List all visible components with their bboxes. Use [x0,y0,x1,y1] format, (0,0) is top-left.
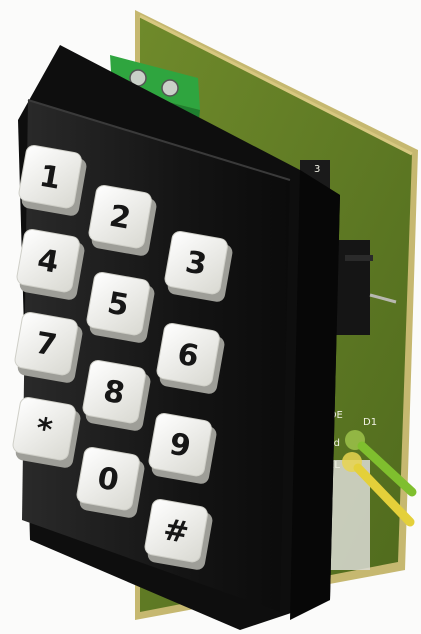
key-hash-button[interactable]: # [143,498,215,571]
key-3-button[interactable]: 3 [163,230,235,303]
key-5-button[interactable]: 5 [85,271,157,344]
key-6-button[interactable]: 6 [155,322,227,395]
key-1-button[interactable]: 1 [17,144,89,217]
key-star-button[interactable]: * [11,396,83,469]
silk-d1: D1 [363,417,377,428]
key-0-button[interactable]: 0 [75,446,147,519]
key-2-button[interactable]: 2 [87,184,159,257]
key-8-button[interactable]: 8 [81,359,153,432]
keypad-photo: 3 CODE D1 unlod TEL 123456789*0# [11,10,418,630]
key-7-button[interactable]: 7 [13,311,85,384]
silk-ref: 3 [314,164,320,175]
key-4-button[interactable]: 4 [15,228,87,301]
key-9-button[interactable]: 9 [147,412,219,485]
